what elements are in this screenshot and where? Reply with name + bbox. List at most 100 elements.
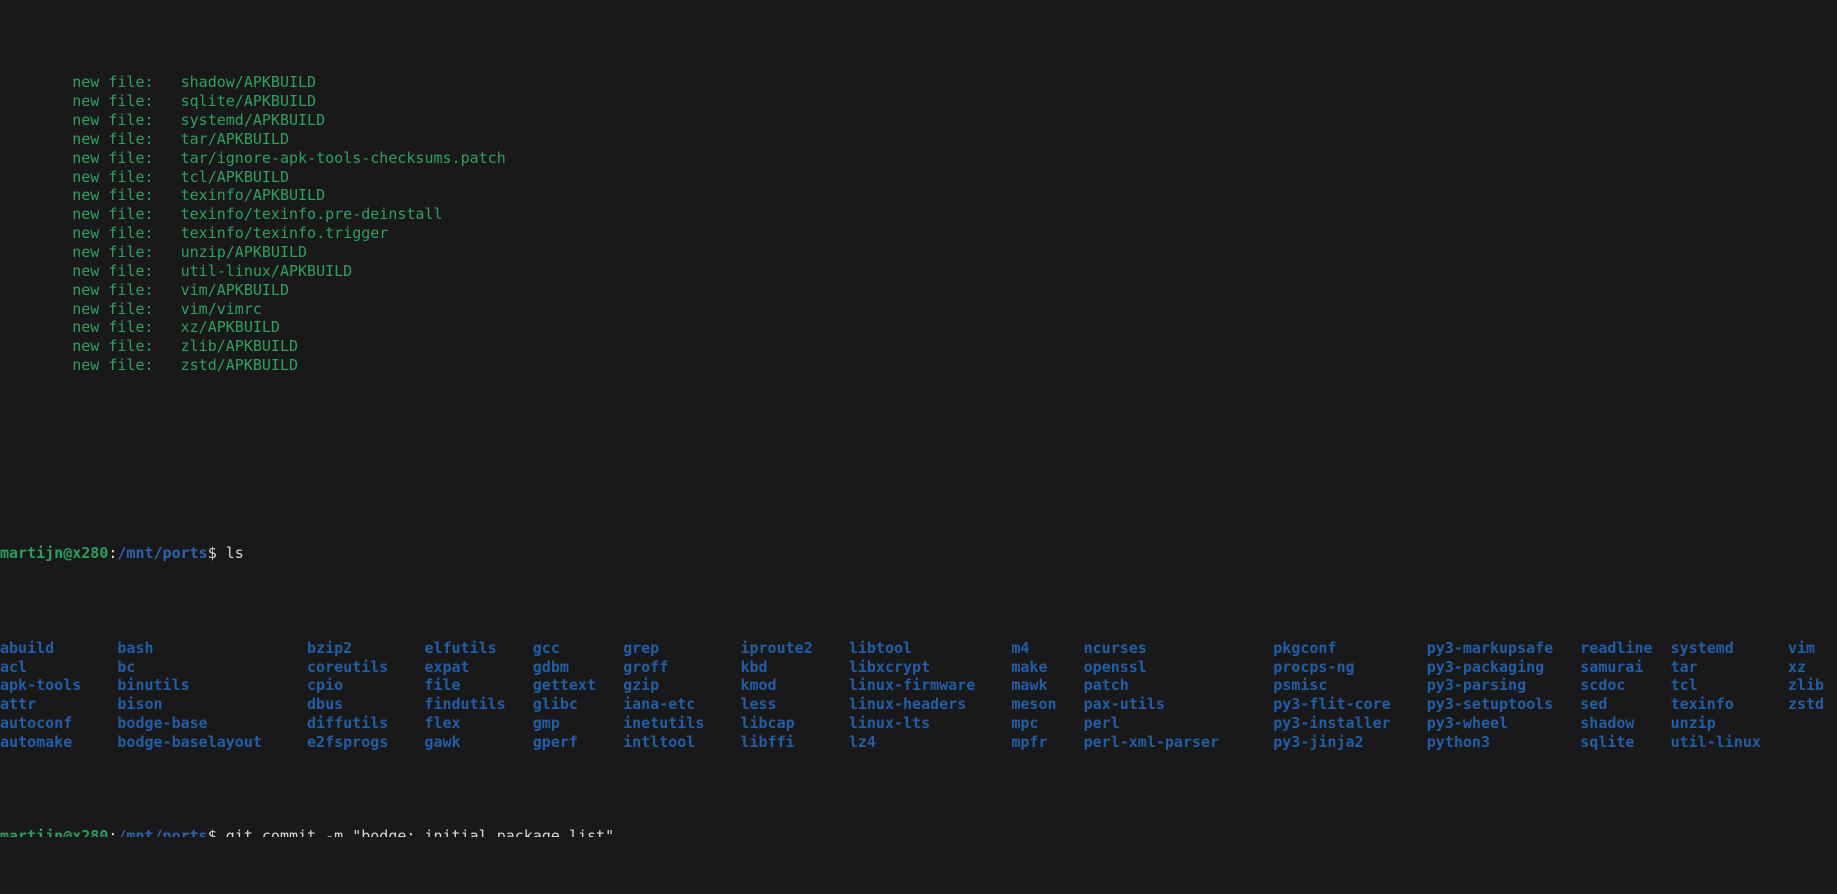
git-status-row: new file: texinfo/texinfo.trigger [0, 224, 1837, 243]
ls-entry-directory[interactable]: bzip2 [307, 639, 424, 658]
ls-entry-directory[interactable]: gmp [533, 714, 623, 733]
ls-entry-directory[interactable]: vim [1788, 639, 1837, 658]
ls-entry-directory[interactable]: kbd [740, 658, 848, 677]
ls-entry-directory[interactable]: kmod [740, 676, 848, 695]
ls-entry-directory[interactable]: binutils [117, 676, 307, 695]
ls-entry-directory[interactable]: less [740, 695, 848, 714]
ls-entry-directory[interactable]: cpio [307, 676, 424, 695]
ls-entry-directory[interactable]: grep [623, 639, 740, 658]
ls-entry-directory[interactable]: patch [1084, 676, 1274, 695]
ls-entry-directory[interactable]: automake [0, 733, 117, 752]
ls-entry-directory[interactable]: py3-jinja2 [1273, 733, 1427, 752]
ls-entry-directory[interactable]: libcap [740, 714, 848, 733]
ls-entry-directory[interactable]: apk-tools [0, 676, 117, 695]
ls-entry-directory[interactable]: coreutils [307, 658, 424, 677]
ls-entry-directory[interactable]: procps-ng [1273, 658, 1427, 677]
ls-entry-directory[interactable]: perl-xml-parser [1084, 733, 1274, 752]
ls-entry-directory[interactable]: autoconf [0, 714, 117, 733]
ls-entry-directory[interactable]: python3 [1427, 733, 1581, 752]
ls-entry-directory[interactable]: openssl [1084, 658, 1274, 677]
ls-output-row: acl bc coreutils expat gdbm groff kbd libxcrypt… [0, 658, 1837, 677]
ls-entry-directory[interactable]: flex [424, 714, 532, 733]
ls-entry-directory[interactable]: libffi [740, 733, 848, 752]
ls-entry-directory[interactable]: make [1011, 658, 1083, 677]
ls-entry-directory[interactable]: file [424, 676, 532, 695]
ls-entry-directory[interactable]: expat [424, 658, 532, 677]
ls-entry-directory[interactable]: zstd [1788, 695, 1837, 714]
git-status-gap [154, 224, 181, 242]
ls-entry-directory[interactable]: gperf [533, 733, 623, 752]
ls-entry-directory[interactable]: gcc [533, 639, 623, 658]
ls-entry-directory[interactable]: libtool [849, 639, 1012, 658]
ls-entry-directory[interactable]: lz4 [849, 733, 1012, 752]
ls-entry-directory[interactable]: shadow [1580, 714, 1670, 733]
ls-entry-directory[interactable]: mawk [1011, 676, 1083, 695]
ls-entry-directory[interactable]: sed [1580, 695, 1670, 714]
ls-entry-directory[interactable]: sqlite [1580, 733, 1670, 752]
ls-entry-directory[interactable]: e2fsprogs [307, 733, 424, 752]
ls-entry-directory[interactable]: samurai [1580, 658, 1670, 677]
prompt-line[interactable]: martijn@x280:/mnt/ports$ ls [0, 544, 1837, 563]
ls-entry-directory[interactable]: meson [1011, 695, 1083, 714]
ls-entry-directory[interactable]: perl [1084, 714, 1274, 733]
git-status-filename: util-linux/APKBUILD [180, 261, 353, 280]
ls-entry-directory[interactable]: psmisc [1273, 676, 1427, 695]
ls-entry-directory[interactable]: tar [1671, 658, 1788, 677]
ls-entry-directory[interactable]: attr [0, 695, 117, 714]
ls-entry-directory[interactable]: py3-wheel [1427, 714, 1581, 733]
ls-entry-directory[interactable]: bodge-baselayout [117, 733, 307, 752]
git-status-label: new file: [72, 280, 154, 299]
ls-entry-directory[interactable]: linux-headers [849, 695, 1012, 714]
ls-entry-directory[interactable]: iana-etc [623, 695, 740, 714]
git-status-indent [0, 356, 72, 374]
ls-entry-directory[interactable]: m4 [1011, 639, 1083, 658]
ls-entry-directory[interactable]: iproute2 [740, 639, 848, 658]
ls-entry-directory[interactable]: xz [1788, 658, 1837, 677]
git-status-filename: xz/APKBUILD [180, 318, 280, 337]
ls-entry-directory[interactable]: py3-packaging [1427, 658, 1581, 677]
ls-entry-directory[interactable]: pax-utils [1084, 695, 1274, 714]
ls-entry-directory[interactable]: acl [0, 658, 117, 677]
ls-entry-directory[interactable]: gzip [623, 676, 740, 695]
ls-entry-directory[interactable]: glibc [533, 695, 623, 714]
ls-entry-directory[interactable]: util-linux [1671, 733, 1788, 752]
ls-entry-directory[interactable]: linux-lts [849, 714, 1012, 733]
terminal-window[interactable]: new file: shadow/APKBUILD new file: sqli… [0, 0, 1837, 837]
ls-entry-directory[interactable]: inetutils [623, 714, 740, 733]
ls-entry-directory[interactable]: groff [623, 658, 740, 677]
ls-entry-directory[interactable]: unzip [1671, 714, 1788, 733]
ls-entry-directory[interactable]: py3-parsing [1427, 676, 1581, 695]
ls-entry-directory[interactable]: scdoc [1580, 676, 1670, 695]
ls-entry-directory[interactable]: intltool [623, 733, 740, 752]
ls-entry-directory[interactable]: mpc [1011, 714, 1083, 733]
ls-entry-directory[interactable]: systemd [1671, 639, 1788, 658]
ls-entry-directory[interactable]: bc [117, 658, 307, 677]
ls-entry-directory[interactable]: tcl [1671, 676, 1788, 695]
ls-entry-directory[interactable]: py3-flit-core [1273, 695, 1427, 714]
git-status-row: new file: unzip/APKBUILD [0, 243, 1837, 262]
ls-entry-directory[interactable]: abuild [0, 639, 117, 658]
ls-entry-directory[interactable]: readline [1580, 639, 1670, 658]
ls-entry-directory[interactable]: texinfo [1671, 695, 1788, 714]
ls-entry-directory[interactable]: gdbm [533, 658, 623, 677]
ls-entry-directory[interactable]: libxcrypt [849, 658, 1012, 677]
ls-entry-directory[interactable]: linux-firmware [849, 676, 1012, 695]
ls-entry-directory[interactable]: findutils [424, 695, 532, 714]
ls-entry-directory[interactable]: mpfr [1011, 733, 1083, 752]
ls-entry-directory[interactable]: gettext [533, 676, 623, 695]
ls-entry-directory[interactable]: py3-setuptools [1427, 695, 1581, 714]
ls-entry-directory[interactable]: zlib [1788, 676, 1837, 695]
ls-entry-directory[interactable]: py3-markupsafe [1427, 639, 1581, 658]
ls-entry-directory[interactable]: bison [117, 695, 307, 714]
ls-entry-directory[interactable]: gawk [424, 733, 532, 752]
prompt-line-bottom[interactable]: martijn@x280:/mnt/ports$ git commit -m "… [0, 827, 1837, 837]
ls-entry-directory[interactable]: diffutils [307, 714, 424, 733]
git-status-label: new file: [72, 129, 154, 148]
ls-entry-directory[interactable]: elfutils [424, 639, 532, 658]
ls-entry-directory[interactable]: dbus [307, 695, 424, 714]
ls-entry-directory[interactable]: bodge-base [117, 714, 307, 733]
ls-entry-directory[interactable]: py3-installer [1273, 714, 1427, 733]
ls-entry-directory[interactable]: ncurses [1084, 639, 1274, 658]
ls-entry-directory[interactable]: pkgconf [1273, 639, 1427, 658]
ls-entry-directory[interactable]: bash [117, 639, 307, 658]
